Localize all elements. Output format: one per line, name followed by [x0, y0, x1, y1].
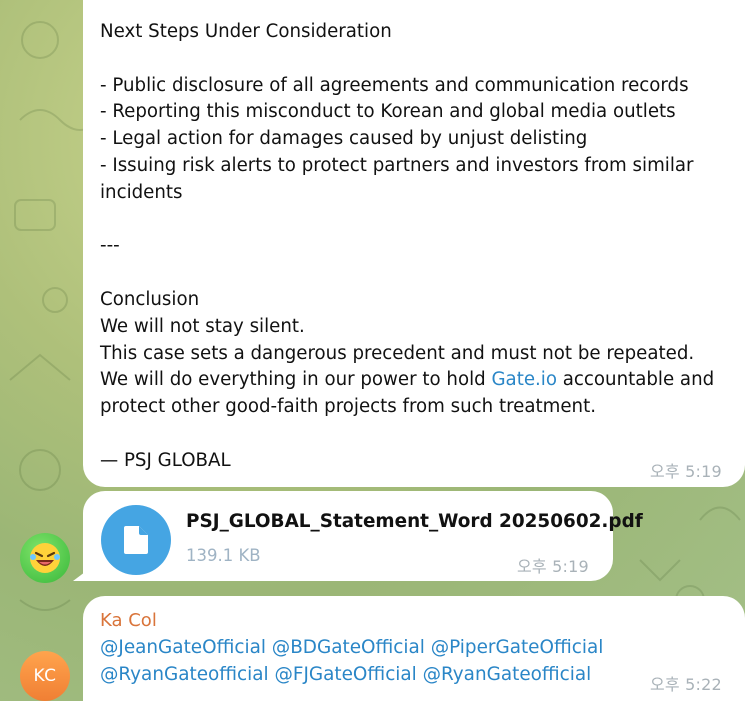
file-size: 139.1 KB [186, 546, 261, 565]
statement-timestamp: 오후 5:19 [650, 462, 722, 481]
sender-name[interactable]: Ka Col [100, 610, 157, 631]
statement-message-text: Next Steps Under Consideration - Public … [100, 19, 727, 475]
file-message-bubble[interactable]: PSJ_GLOBAL_Statement_Word 20250602.pdf 1… [83, 491, 643, 581]
sender-avatar-sticker[interactable] [20, 533, 70, 583]
laughing-face-icon [30, 543, 60, 573]
file-name[interactable]: PSJ_GLOBAL_Statement_Word 20250602.pdf [186, 511, 643, 532]
mentions-timestamp: 오후 5:22 [650, 675, 722, 694]
gate-io-link[interactable]: Gate.io [491, 369, 557, 390]
file-download-button[interactable] [101, 505, 171, 575]
document-icon [124, 526, 148, 554]
statement-message-bubble: Next Steps Under Consideration - Public … [83, 0, 745, 487]
statement-text-part: Next Steps Under Consideration - Public … [100, 21, 695, 391]
sender-avatar-kc[interactable]: KC [20, 651, 70, 701]
mentions-text[interactable]: @JeanGateOfficial @BDGateOfficial @Piper… [100, 635, 605, 689]
file-timestamp: 오후 5:19 [517, 557, 589, 576]
mentions-message-bubble: Ka Col @JeanGateOfficial @BDGateOfficial… [83, 596, 745, 701]
